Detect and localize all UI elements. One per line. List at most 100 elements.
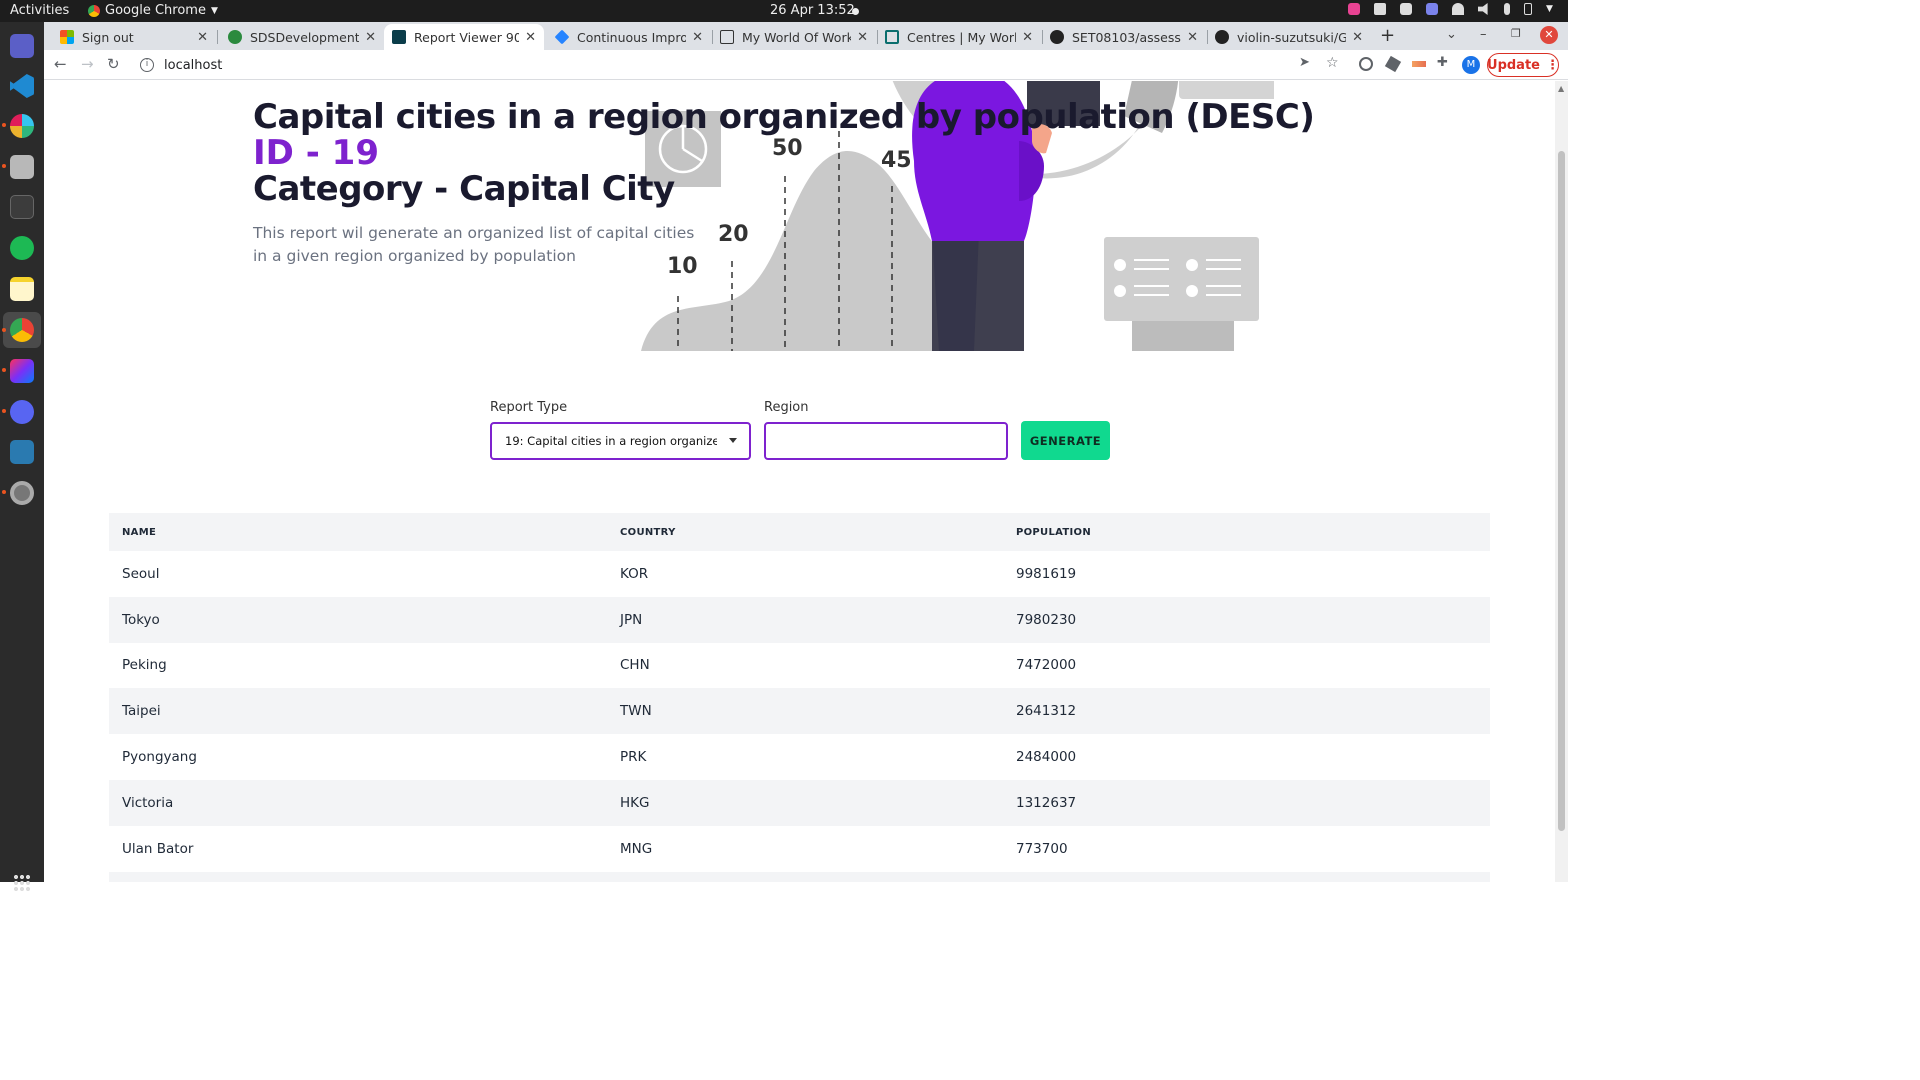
table-row: Peking CHN 7472000 bbox=[109, 643, 1490, 689]
settings-icon[interactable] bbox=[10, 481, 34, 505]
close-icon[interactable]: ✕ bbox=[1352, 30, 1363, 45]
teams-icon[interactable] bbox=[10, 34, 34, 58]
running-indicator bbox=[2, 123, 6, 127]
reload-icon[interactable]: ↻ bbox=[107, 55, 120, 73]
cell-country: TWN bbox=[607, 688, 1003, 735]
report-type-select[interactable]: 19: Capital cities in a region organized… bbox=[490, 422, 751, 460]
extension-icon[interactable] bbox=[1412, 61, 1426, 67]
page-content: 10 20 50 45 Capital cities in a region o… bbox=[44, 81, 1555, 882]
close-icon[interactable]: ✕ bbox=[1187, 30, 1198, 45]
tab-title: Sign out bbox=[82, 29, 134, 45]
extension-icon[interactable] bbox=[1384, 55, 1402, 73]
scroll-up-icon[interactable]: ▲ bbox=[1558, 84, 1564, 93]
discord-icon[interactable] bbox=[10, 400, 34, 424]
column-header-population[interactable]: POPULATION bbox=[1003, 513, 1490, 551]
maximize-icon[interactable]: ❐ bbox=[1511, 27, 1521, 40]
page-scrollbar[interactable]: ▲ bbox=[1555, 81, 1568, 882]
tab-search-icon[interactable]: ⌄ bbox=[1446, 27, 1457, 42]
profile-avatar[interactable]: M bbox=[1462, 56, 1480, 74]
bookmark-star-icon[interactable]: ☆ bbox=[1326, 55, 1339, 71]
running-indicator bbox=[2, 409, 6, 413]
cell-population: 9981619 bbox=[1016, 565, 1077, 582]
show-applications-icon[interactable] bbox=[13, 874, 31, 892]
wifi-icon bbox=[1452, 3, 1464, 15]
cell-name: Taipei bbox=[109, 688, 607, 735]
illustration-tick-label: 20 bbox=[718, 222, 749, 247]
column-header-name[interactable]: NAME bbox=[109, 513, 607, 551]
chevron-down-icon bbox=[729, 438, 737, 443]
extensions-puzzle-icon[interactable]: ✚ bbox=[1437, 55, 1448, 70]
minimize-icon[interactable]: – bbox=[1480, 27, 1487, 42]
report-description: This report wil generate an organized li… bbox=[253, 224, 695, 265]
activities-button[interactable]: Activities bbox=[10, 3, 69, 18]
tab-report-viewer[interactable]: Report Viewer 9000 ✕ bbox=[384, 24, 544, 50]
tab-continuous-improvement[interactable]: Continuous Improve ✕ bbox=[547, 24, 711, 50]
close-window-icon[interactable]: ✕ bbox=[1540, 26, 1558, 44]
tab-sign-out[interactable]: Sign out ✕ bbox=[52, 24, 216, 50]
close-icon[interactable]: ✕ bbox=[197, 30, 208, 45]
cell-name: Seoul bbox=[122, 565, 160, 582]
site-info-icon[interactable]: i bbox=[140, 58, 154, 72]
tab-my-world-of-work[interactable]: My World Of Work - ✕ bbox=[712, 24, 876, 50]
clock[interactable]: 26 Apr 13:52 bbox=[770, 3, 855, 18]
forward-icon[interactable]: → bbox=[81, 55, 94, 73]
intellij-icon[interactable] bbox=[10, 359, 34, 383]
region-input[interactable] bbox=[764, 422, 1008, 460]
scrollbar-thumb[interactable] bbox=[1558, 151, 1565, 831]
cell-population: 7980230 bbox=[1003, 596, 1490, 643]
cell-country bbox=[607, 871, 1003, 882]
running-indicator bbox=[2, 328, 6, 332]
files-icon[interactable] bbox=[10, 155, 34, 179]
tab-sds-development[interactable]: SDSDevelopment / ( ✕ bbox=[220, 24, 384, 50]
cell-population: 773700 bbox=[1016, 840, 1068, 857]
cell-population: 2641312 bbox=[1003, 688, 1490, 735]
text-editor-icon[interactable] bbox=[10, 277, 34, 301]
vscode-icon[interactable] bbox=[10, 74, 34, 98]
tab-set08103[interactable]: SET08103/assessme ✕ bbox=[1042, 24, 1206, 50]
update-button[interactable]: Update ⋮ bbox=[1487, 53, 1559, 77]
running-indicator bbox=[2, 164, 6, 168]
spotify-icon[interactable] bbox=[10, 236, 34, 260]
address-bar[interactable]: i localhost bbox=[134, 53, 1284, 77]
my-world-of-work-icon bbox=[885, 30, 899, 44]
send-icon[interactable]: ➤ bbox=[1299, 55, 1310, 70]
cell-name bbox=[109, 871, 607, 882]
close-icon[interactable]: ✕ bbox=[857, 30, 868, 45]
screenshot-tool-icon[interactable] bbox=[10, 440, 34, 464]
extension-icon[interactable] bbox=[1359, 57, 1373, 71]
back-icon[interactable]: ← bbox=[54, 55, 67, 73]
cell-name: Tokyo bbox=[109, 596, 607, 643]
table-row: Seoul KOR 9981619 bbox=[109, 551, 1490, 597]
table-row bbox=[109, 871, 1490, 882]
report-category: Category - Capital City bbox=[253, 169, 675, 209]
system-tray[interactable]: ▼ bbox=[1348, 3, 1558, 15]
chrome-icon[interactable] bbox=[10, 318, 34, 342]
chevron-down-icon: ▼ bbox=[210, 5, 218, 16]
tab-title: Continuous Improve bbox=[577, 29, 687, 45]
close-icon[interactable]: ✕ bbox=[525, 30, 536, 45]
cell-population bbox=[1003, 871, 1490, 882]
illustration-tick-label: 50 bbox=[772, 136, 803, 161]
jira-icon bbox=[554, 29, 570, 45]
tab-centres[interactable]: Centres | My World c ✕ bbox=[877, 24, 1041, 50]
table-row: Tokyo JPN 7980230 bbox=[109, 596, 1490, 643]
cell-name: Peking bbox=[122, 657, 167, 674]
browser-toolbar: ← → ↻ i localhost ➤ ☆ ✚ M Update ⋮ bbox=[44, 50, 1568, 80]
terminal-icon[interactable] bbox=[10, 195, 34, 219]
close-icon[interactable]: ✕ bbox=[365, 30, 376, 45]
cell-population: 1312637 bbox=[1003, 779, 1490, 826]
cell-country: HKG bbox=[607, 779, 1003, 826]
close-icon[interactable]: ✕ bbox=[1022, 30, 1033, 45]
app-menu-label: Google Chrome bbox=[105, 3, 206, 18]
slack-icon[interactable] bbox=[10, 114, 34, 138]
tab-violin-suzutsuki[interactable]: violin-suzutsuki/GA ✕ bbox=[1207, 24, 1371, 50]
document-icon bbox=[720, 30, 734, 44]
region-label: Region bbox=[764, 400, 809, 415]
illustration-tick-label: 45 bbox=[881, 148, 912, 173]
generate-button[interactable]: GENERATE bbox=[1021, 421, 1110, 460]
column-header-country[interactable]: COUNTRY bbox=[607, 513, 1003, 551]
new-tab-button[interactable]: + bbox=[1380, 25, 1395, 46]
close-icon[interactable]: ✕ bbox=[692, 30, 703, 45]
dock bbox=[0, 22, 44, 892]
app-menu[interactable]: Google Chrome ▼ bbox=[88, 3, 218, 18]
